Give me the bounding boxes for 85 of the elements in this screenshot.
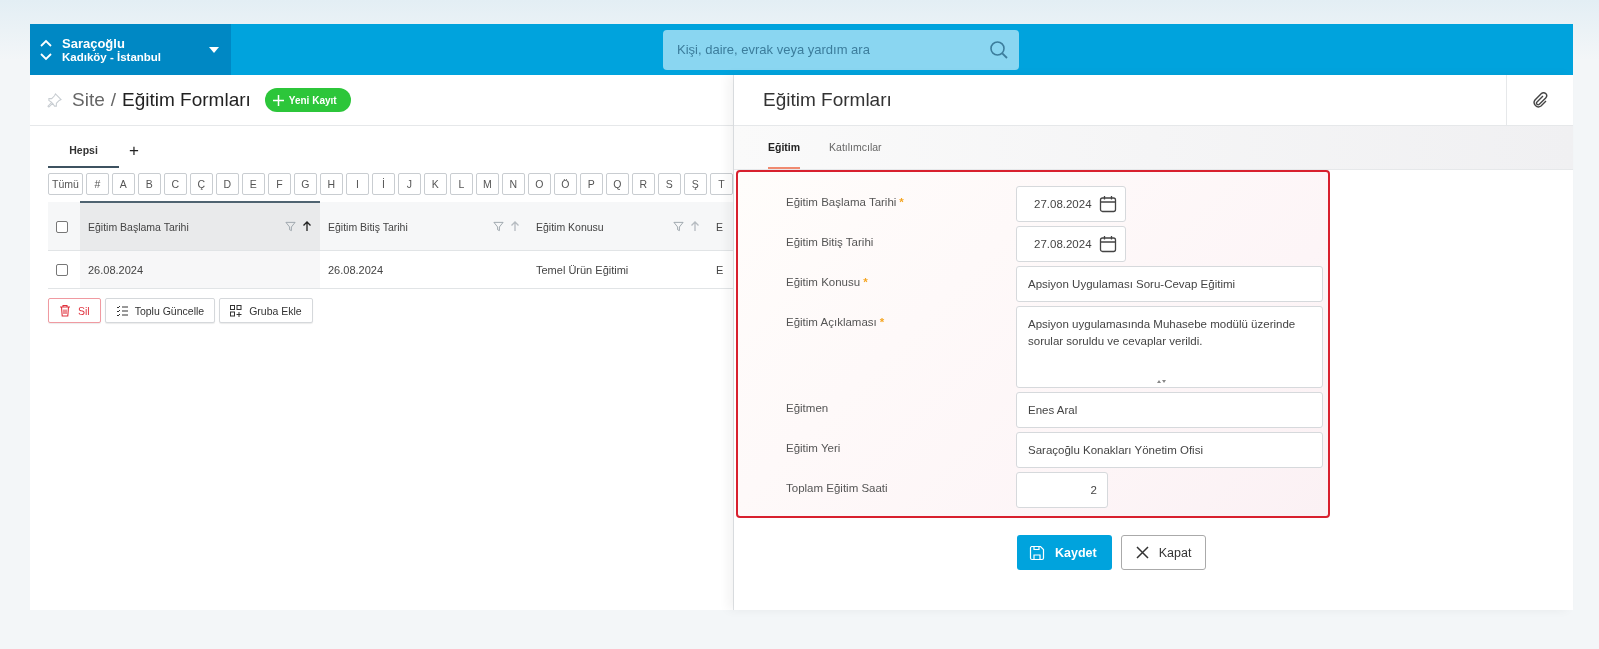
chevron-down-icon[interactable] — [40, 52, 52, 61]
input-field[interactable]: Enes Aral — [1016, 392, 1323, 428]
column-header[interactable]: Eğitim Bitiş Tarihi — [320, 202, 528, 251]
checklist-icon — [115, 304, 128, 317]
field-label: Eğitim Konusu — [786, 276, 861, 288]
close-button[interactable]: Kapat — [1120, 535, 1207, 570]
chevron-up-icon[interactable] — [40, 38, 52, 47]
site-switcher[interactable]: Saraçoğlu Kadıköy - İstanbul — [30, 24, 231, 75]
letter-filter-button[interactable]: İ — [371, 173, 395, 195]
letter-filter-button[interactable]: R — [631, 173, 655, 195]
panel-title: Eğitim Formları — [763, 89, 893, 111]
number-field[interactable]: 2 — [1016, 472, 1108, 508]
letter-filter-button[interactable]: F — [267, 173, 291, 195]
letter-filter-button[interactable]: # — [85, 173, 109, 195]
letter-filter-button[interactable]: Tümü — [48, 173, 83, 195]
date-field[interactable]: 27.08.2024 — [1016, 186, 1126, 222]
search-input[interactable]: Kişi, daire, evrak veya yardım ara — [675, 28, 989, 71]
letter-filter-button[interactable]: H — [319, 173, 343, 195]
form-tab[interactable]: Katılımcılar — [829, 126, 882, 169]
letter-filter-button[interactable]: T — [709, 173, 733, 195]
date-field[interactable]: 27.08.2024 — [1016, 226, 1126, 262]
view-tab[interactable]: Hepsi — [48, 134, 119, 168]
letter-filter-button[interactable]: D — [215, 173, 239, 195]
field-label: Eğitim Bitiş Tarihi — [786, 236, 874, 248]
letter-filter-button[interactable]: A — [111, 173, 135, 195]
letter-filter-button[interactable]: I — [345, 173, 369, 195]
letter-filter-button[interactable]: Ş — [683, 173, 707, 195]
column-header[interactable]: E — [708, 202, 733, 251]
letter-filter-button[interactable]: C — [163, 173, 187, 195]
letter-filter-button[interactable]: Ç — [189, 173, 213, 195]
save-icon — [1029, 544, 1045, 561]
table-cell: Temel Ürün Eğitimi — [528, 250, 708, 289]
letter-filter-button[interactable]: L — [449, 173, 473, 195]
field-label: Toplam Eğitim Saati — [786, 482, 888, 494]
add-view-button[interactable]: + — [129, 141, 139, 161]
table-cell: 26.08.2024 — [320, 250, 528, 289]
grid-plus-icon — [230, 304, 243, 317]
caret-down-icon[interactable] — [209, 46, 219, 53]
plus-icon — [272, 94, 284, 106]
field-label: Eğitmen — [786, 402, 829, 414]
breadcrumb-link[interactable]: Site — [72, 89, 105, 111]
letter-filter-button[interactable]: P — [579, 173, 603, 195]
field-label: Eğitim Açıklaması — [786, 316, 877, 328]
field-label: Eğitim Yeri — [786, 442, 841, 454]
paperclip-icon[interactable] — [1531, 91, 1549, 109]
sort-arrow-icon[interactable] — [302, 221, 312, 232]
letter-filter-button[interactable]: N — [501, 173, 525, 195]
site-name: Saraçoğlu — [62, 36, 126, 51]
required-mark: * — [899, 196, 904, 208]
letter-filter-button[interactable]: M — [475, 173, 499, 195]
search-field[interactable]: Kişi, daire, evrak veya yardım ara — [663, 29, 1019, 70]
calendar-icon[interactable] — [1099, 235, 1117, 253]
letter-filter-button[interactable]: B — [137, 173, 161, 195]
close-icon — [1135, 546, 1149, 559]
trash-icon — [59, 304, 71, 317]
table-cell: 26.08.2024 — [80, 250, 320, 289]
resize-handle-icon[interactable] — [1157, 379, 1166, 384]
column-header[interactable]: Eğitim Başlama Tarihi — [80, 202, 320, 251]
input-field[interactable]: Apsiyon Uygulaması Soru-Cevap Eğitimi — [1016, 266, 1323, 302]
site-location: Kadıköy - İstanbul — [62, 51, 163, 63]
filter-icon[interactable] — [493, 221, 504, 232]
input-field[interactable]: Saraçoğlu Konakları Yönetim Ofisi — [1016, 432, 1323, 468]
field-label: Eğitim Başlama Tarihi — [786, 196, 897, 208]
letter-filter-button[interactable]: E — [241, 173, 265, 195]
add-to-group-button[interactable]: Gruba Ekle — [219, 298, 313, 323]
filter-icon[interactable] — [673, 221, 684, 232]
letter-filter-button[interactable]: Q — [605, 173, 629, 195]
letter-filter-button[interactable]: S — [657, 173, 681, 195]
breadcrumb-separator: / — [110, 89, 117, 111]
search-icon[interactable] — [989, 39, 1009, 60]
textarea-field[interactable]: Apsiyon uygulamasında Muhasebe modülü üzerinde sorular soruldu ve cevaplar verildi. — [1016, 306, 1323, 388]
letter-filter-button[interactable]: J — [397, 173, 421, 195]
checkbox[interactable] — [56, 221, 68, 234]
required-mark: * — [863, 276, 868, 288]
calendar-icon[interactable] — [1099, 195, 1117, 213]
letter-filter-button[interactable]: Ö — [553, 173, 577, 195]
delete-button[interactable]: Sil — [48, 298, 101, 323]
letter-filter-button[interactable]: K — [423, 173, 447, 195]
letter-filter-button[interactable]: O — [527, 173, 551, 195]
letter-filter-button[interactable]: G — [293, 173, 317, 195]
checkbox[interactable] — [56, 264, 68, 277]
required-mark: * — [879, 316, 885, 328]
page-title: Eğitim Formları — [122, 89, 251, 111]
column-header[interactable]: Eğitim Konusu — [528, 202, 708, 251]
bulk-update-button[interactable]: Toplu Güncelle — [104, 298, 216, 323]
